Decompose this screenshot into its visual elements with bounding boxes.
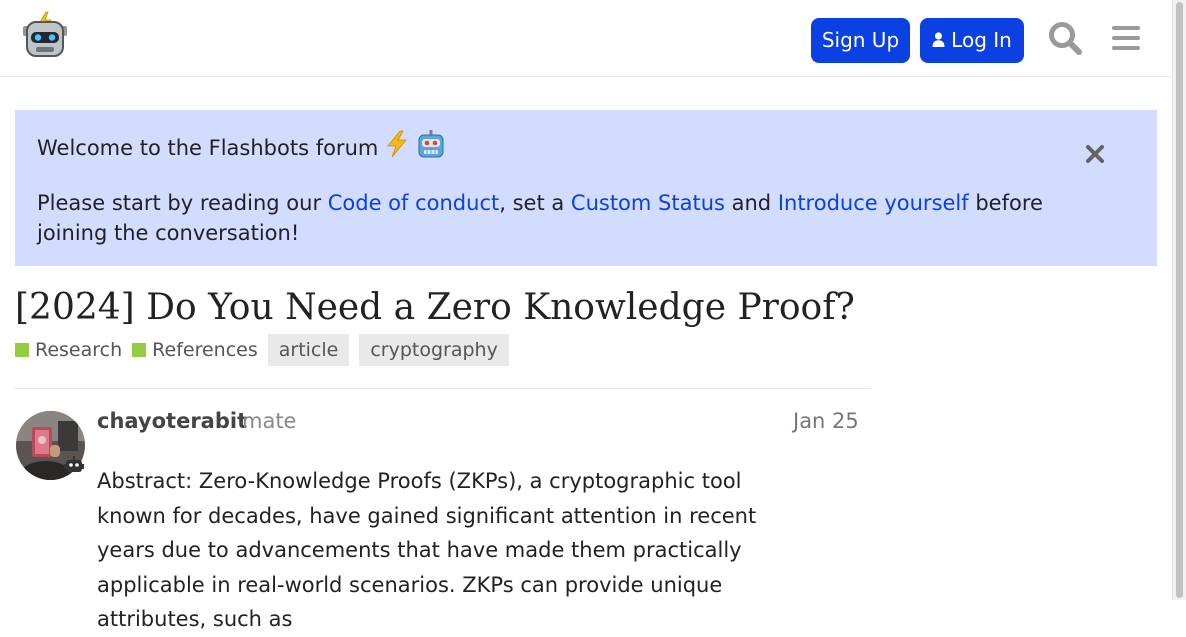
site-header: Sign Up Log In [0,0,1172,77]
tag-article[interactable]: article [267,334,350,366]
category-color-square [132,343,147,357]
robot-emoji-icon [416,130,446,166]
log-in-label: Log In [951,28,1012,52]
page-scrollbar[interactable] [1172,0,1186,600]
robot-logo-icon[interactable] [20,10,70,62]
post-body: Abstract: Zero-Knowledge Proofs (ZKPs), … [97,469,757,631]
banner-intro-paragraph: Please start by reading our Code of cond… [37,188,1097,248]
post-date[interactable]: Jan 25 [793,406,859,436]
banner-intro-mid2: and [724,191,778,215]
topic-title[interactable]: [2024] Do You Need a Zero Knowledge Proo… [15,283,855,333]
welcome-banner: Welcome to the Flashbots forum Please st… [15,110,1157,266]
category-label: Research [35,339,123,361]
introduce-yourself-link[interactable]: Introduce yourself [778,191,969,215]
category-references[interactable]: References [132,339,258,361]
sign-up-button[interactable]: Sign Up [811,18,910,63]
user-icon [932,18,945,63]
category-color-square [15,343,29,357]
scrollbar-thumb[interactable] [1176,2,1183,598]
robot-flair-icon [64,456,84,474]
topic-categories-and-tags: Research References article cryptography [15,334,509,366]
hamburger-menu-icon[interactable] [1108,20,1144,56]
category-research[interactable]: Research [15,339,122,361]
tag-cryptography[interactable]: cryptography [359,334,509,366]
banner-welcome-line: Welcome to the Flashbots forum [37,130,1097,166]
banner-close-icon[interactable] [1085,144,1105,164]
post-username[interactable]: chayoterabit [97,406,247,436]
code-of-conduct-link[interactable]: Code of conduct [328,191,499,215]
banner-intro-mid1: , set a [499,191,571,215]
post-user-title: mate [242,409,297,433]
log-in-button[interactable]: Log In [920,18,1024,63]
banner-intro-prefix: Please start by reading our [37,191,328,215]
banner-welcome-text: Welcome to the Flashbots forum [37,136,379,160]
lightning-emoji-icon [384,130,410,166]
category-label: References [152,339,258,361]
search-icon[interactable] [1047,20,1083,56]
custom-status-link[interactable]: Custom Status [571,191,725,215]
topic-divider [15,388,871,389]
